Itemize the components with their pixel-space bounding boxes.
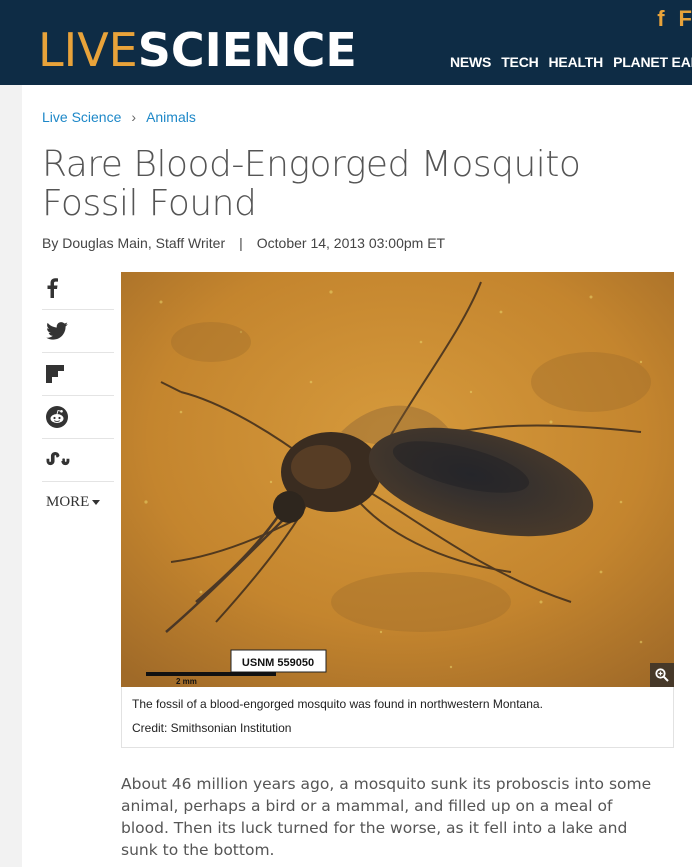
- flipboard-icon: [46, 365, 64, 383]
- caption-credit: Credit: Smithsonian Institution: [132, 721, 292, 735]
- figure-caption: The fossil of a blood-engorged mosquito …: [121, 687, 674, 748]
- zoom-button[interactable]: [650, 663, 674, 687]
- article-paragraph: About 46 million years ago, a mosquito s…: [121, 775, 652, 859]
- facebook-icon: [46, 278, 58, 298]
- article-page: Live Science › Animals Rare Blood-Engorg…: [22, 85, 692, 867]
- caret-down-icon: [92, 499, 101, 505]
- author: By Douglas Main, Staff Writer: [42, 235, 226, 251]
- site-logo[interactable]: LIVESCIENCE: [38, 22, 357, 78]
- article-figure: USNM 559050 2 mm The fossil of a blood-e…: [121, 272, 674, 748]
- byline: By Douglas Main, Staff Writer | October …: [42, 235, 445, 251]
- breadcrumb: Live Science › Animals: [42, 109, 196, 125]
- nav-health[interactable]: HEALTH: [549, 54, 604, 70]
- logo-live: LIVE: [38, 23, 138, 77]
- facebook-icon[interactable]: f: [657, 6, 664, 32]
- stumbleupon-icon: [46, 452, 70, 468]
- share-facebook[interactable]: [42, 267, 114, 310]
- specimen-label: USNM 559050: [242, 657, 314, 669]
- share-reddit[interactable]: [42, 396, 114, 439]
- site-header: LIVESCIENCE f F NEWS TECH HEALTH PLANET …: [0, 0, 692, 85]
- share-stumbleupon[interactable]: [42, 439, 114, 482]
- flipboard-icon[interactable]: F: [679, 6, 692, 32]
- byline-divider: |: [239, 235, 243, 251]
- share-more-label: MORE: [46, 493, 90, 510]
- twitter-icon: [46, 322, 68, 340]
- breadcrumb-animals[interactable]: Animals: [146, 109, 196, 125]
- caption-text: The fossil of a blood-engorged mosquito …: [132, 697, 543, 711]
- share-more-button[interactable]: MORE: [42, 482, 114, 522]
- scale-label: 2 mm: [176, 677, 197, 686]
- share-twitter[interactable]: [42, 310, 114, 353]
- reddit-icon: [46, 406, 68, 428]
- breadcrumb-separator: ›: [131, 109, 137, 125]
- page-title: Rare Blood-Engorged Mosquito Fossil Foun…: [42, 144, 581, 224]
- publish-date: October 14, 2013 03:00pm ET: [256, 235, 446, 251]
- main-nav: NEWS TECH HEALTH PLANET EARTH ST: [450, 54, 692, 70]
- nav-tech[interactable]: TECH: [501, 54, 539, 70]
- fossil-photo[interactable]: USNM 559050 2 mm: [121, 272, 674, 687]
- breadcrumb-live-science[interactable]: Live Science: [42, 109, 121, 125]
- header-social: f F: [657, 6, 692, 32]
- magnify-icon: [655, 668, 669, 682]
- nav-news[interactable]: NEWS: [450, 54, 491, 70]
- logo-science: SCIENCE: [137, 23, 357, 77]
- share-flipboard[interactable]: [42, 353, 114, 396]
- share-rail: MORE: [42, 267, 114, 522]
- nav-planet-earth[interactable]: PLANET EARTH: [613, 54, 692, 70]
